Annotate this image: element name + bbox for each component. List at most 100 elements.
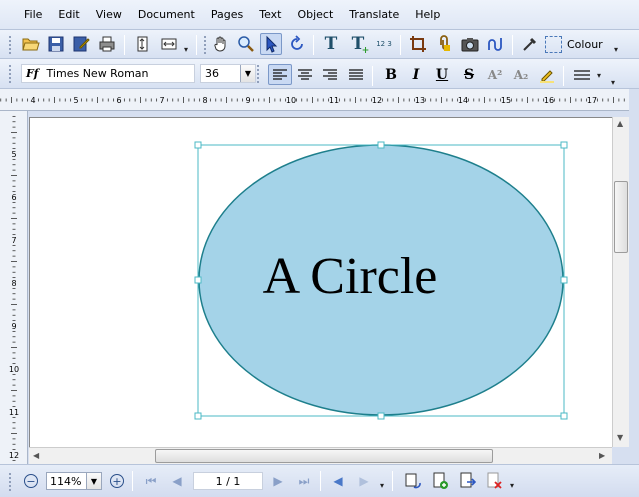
overflow-chevron-icon[interactable]: ▾ [611, 78, 615, 87]
superscript-button[interactable]: A² [483, 64, 507, 85]
open-button[interactable] [20, 33, 42, 55]
chevron-down-icon[interactable]: ▼ [240, 65, 255, 82]
scroll-right-icon[interactable]: ▶ [599, 451, 605, 460]
next-page-button[interactable]: ▶ [269, 472, 287, 490]
zoom-in-button[interactable]: + [108, 472, 126, 490]
highlight-button[interactable] [535, 64, 559, 85]
toolbar-separator [196, 35, 197, 55]
zoom-tool-button[interactable] [235, 33, 257, 55]
line-spacing-dropdown-icon[interactable]: ▾ [597, 71, 601, 80]
resize-handle[interactable] [194, 141, 202, 149]
menu-object[interactable]: Object [289, 6, 341, 23]
scroll-left-icon[interactable]: ◀ [33, 451, 39, 460]
link-button[interactable] [433, 33, 455, 55]
toolbar-grip[interactable] [8, 35, 12, 55]
toolbar-separator [124, 35, 125, 55]
subscript-button[interactable]: A₂ [509, 64, 533, 85]
window-edge [629, 89, 639, 464]
first-page-button[interactable]: ⏮ [142, 472, 160, 490]
last-page-button[interactable]: ⏭ [295, 472, 313, 490]
menu-file[interactable]: File [16, 6, 50, 23]
path-tool-button[interactable] [485, 33, 507, 55]
overflow-chevron-icon[interactable]: ▾ [380, 481, 384, 490]
toolbar-grip[interactable] [203, 35, 207, 55]
zoom-field[interactable]: 114% ▼ [46, 472, 102, 490]
overflow-chevron-icon[interactable]: ▾ [184, 45, 188, 54]
rotate-icon [291, 35, 303, 50]
align-left-button[interactable] [268, 64, 292, 85]
italic-button[interactable]: I [404, 64, 428, 85]
font-family-field[interactable]: Ff Times New Roman [21, 64, 195, 83]
resize-handle[interactable] [560, 276, 568, 284]
bold-button[interactable]: B [379, 64, 403, 85]
menu-document[interactable]: Document [130, 6, 203, 23]
menu-view[interactable]: View [88, 6, 130, 23]
resize-handle[interactable] [377, 141, 385, 149]
delete-page-button[interactable] [485, 472, 503, 490]
printer-icon [99, 36, 115, 52]
forward-button[interactable]: ▶ [355, 472, 373, 490]
underline-button[interactable]: U [430, 64, 454, 85]
edit-document-icon [73, 36, 90, 52]
horizontal-scroll-thumb[interactable] [155, 449, 493, 463]
line-spacing-button[interactable] [570, 64, 594, 85]
text-frame-button[interactable]: T + [347, 33, 370, 56]
toolbar-separator [400, 35, 401, 55]
chevron-down-icon[interactable]: ▼ [86, 473, 101, 489]
menu-translate[interactable]: Translate [341, 6, 407, 23]
font-size-field[interactable]: 36 ▼ [200, 64, 256, 83]
rotate-button[interactable] [286, 33, 308, 55]
resize-handle[interactable] [377, 412, 385, 420]
resize-handle[interactable] [194, 412, 202, 420]
overflow-chevron-icon[interactable]: ▾ [510, 481, 514, 490]
resize-handle[interactable] [560, 141, 568, 149]
snapshot-button[interactable] [459, 33, 481, 55]
insert-page-button[interactable] [431, 472, 449, 490]
hand-tool-button[interactable] [210, 33, 232, 55]
toolbar-grip[interactable] [8, 64, 12, 84]
extract-page-button[interactable] [458, 472, 476, 490]
justify-icon [349, 68, 363, 80]
menu-text[interactable]: Text [251, 6, 289, 23]
zoom-in-icon: + [110, 474, 124, 488]
vertical-scrollbar[interactable]: ▲ ▼ [612, 117, 629, 447]
toolbar-separator [392, 471, 393, 491]
menu-edit[interactable]: Edit [50, 6, 87, 23]
eyedropper-button[interactable] [519, 33, 541, 55]
colour-picker[interactable]: Colour [545, 34, 625, 55]
scroll-down-icon[interactable]: ▼ [617, 433, 623, 442]
page-number-field[interactable]: 1 / 1 [193, 472, 263, 490]
align-center-button[interactable] [293, 64, 317, 85]
scroll-up-icon[interactable]: ▲ [617, 119, 623, 128]
ruler-number: 11 [9, 408, 19, 417]
resize-handle[interactable] [194, 276, 202, 284]
previous-page-button[interactable]: ◀ [168, 472, 186, 490]
toolbar-grip[interactable] [256, 64, 260, 84]
strikethrough-button[interactable]: S [457, 64, 481, 85]
toolbar-grip[interactable] [8, 472, 12, 492]
resize-handle[interactable] [560, 412, 568, 420]
colour-dropdown-icon[interactable]: ▾ [614, 45, 618, 54]
number-tool-button[interactable]: 12 3 [373, 33, 395, 55]
horizontal-scrollbar[interactable]: ◀ ▶ [29, 447, 612, 464]
zoom-out-button[interactable]: − [22, 472, 40, 490]
vertical-scroll-thumb[interactable] [614, 181, 628, 253]
ruler-number: 5 [11, 150, 16, 159]
print-button[interactable] [96, 33, 118, 55]
text-tool-button[interactable]: T [320, 33, 342, 55]
rotate-page-button[interactable] [404, 472, 422, 490]
document-canvas[interactable]: A Circle [29, 117, 612, 447]
save-button[interactable] [45, 33, 67, 55]
align-right-button[interactable] [318, 64, 342, 85]
back-button[interactable]: ◀ [329, 472, 347, 490]
shape-text[interactable]: A Circle [263, 248, 438, 305]
menu-pages[interactable]: Pages [203, 6, 251, 23]
edit-document-button[interactable] [70, 33, 92, 55]
page-height-button[interactable] [131, 33, 153, 55]
select-tool-button[interactable] [260, 33, 282, 55]
justify-button[interactable] [344, 64, 368, 85]
menu-help[interactable]: Help [407, 6, 448, 23]
status-bar: − 114% ▼ + ⏮ ◀ 1 / 1 ▶ ⏭ ◀ ▶ ▾ ▾ [0, 464, 639, 497]
page-width-button[interactable] [158, 33, 180, 55]
crop-button[interactable] [407, 33, 429, 55]
